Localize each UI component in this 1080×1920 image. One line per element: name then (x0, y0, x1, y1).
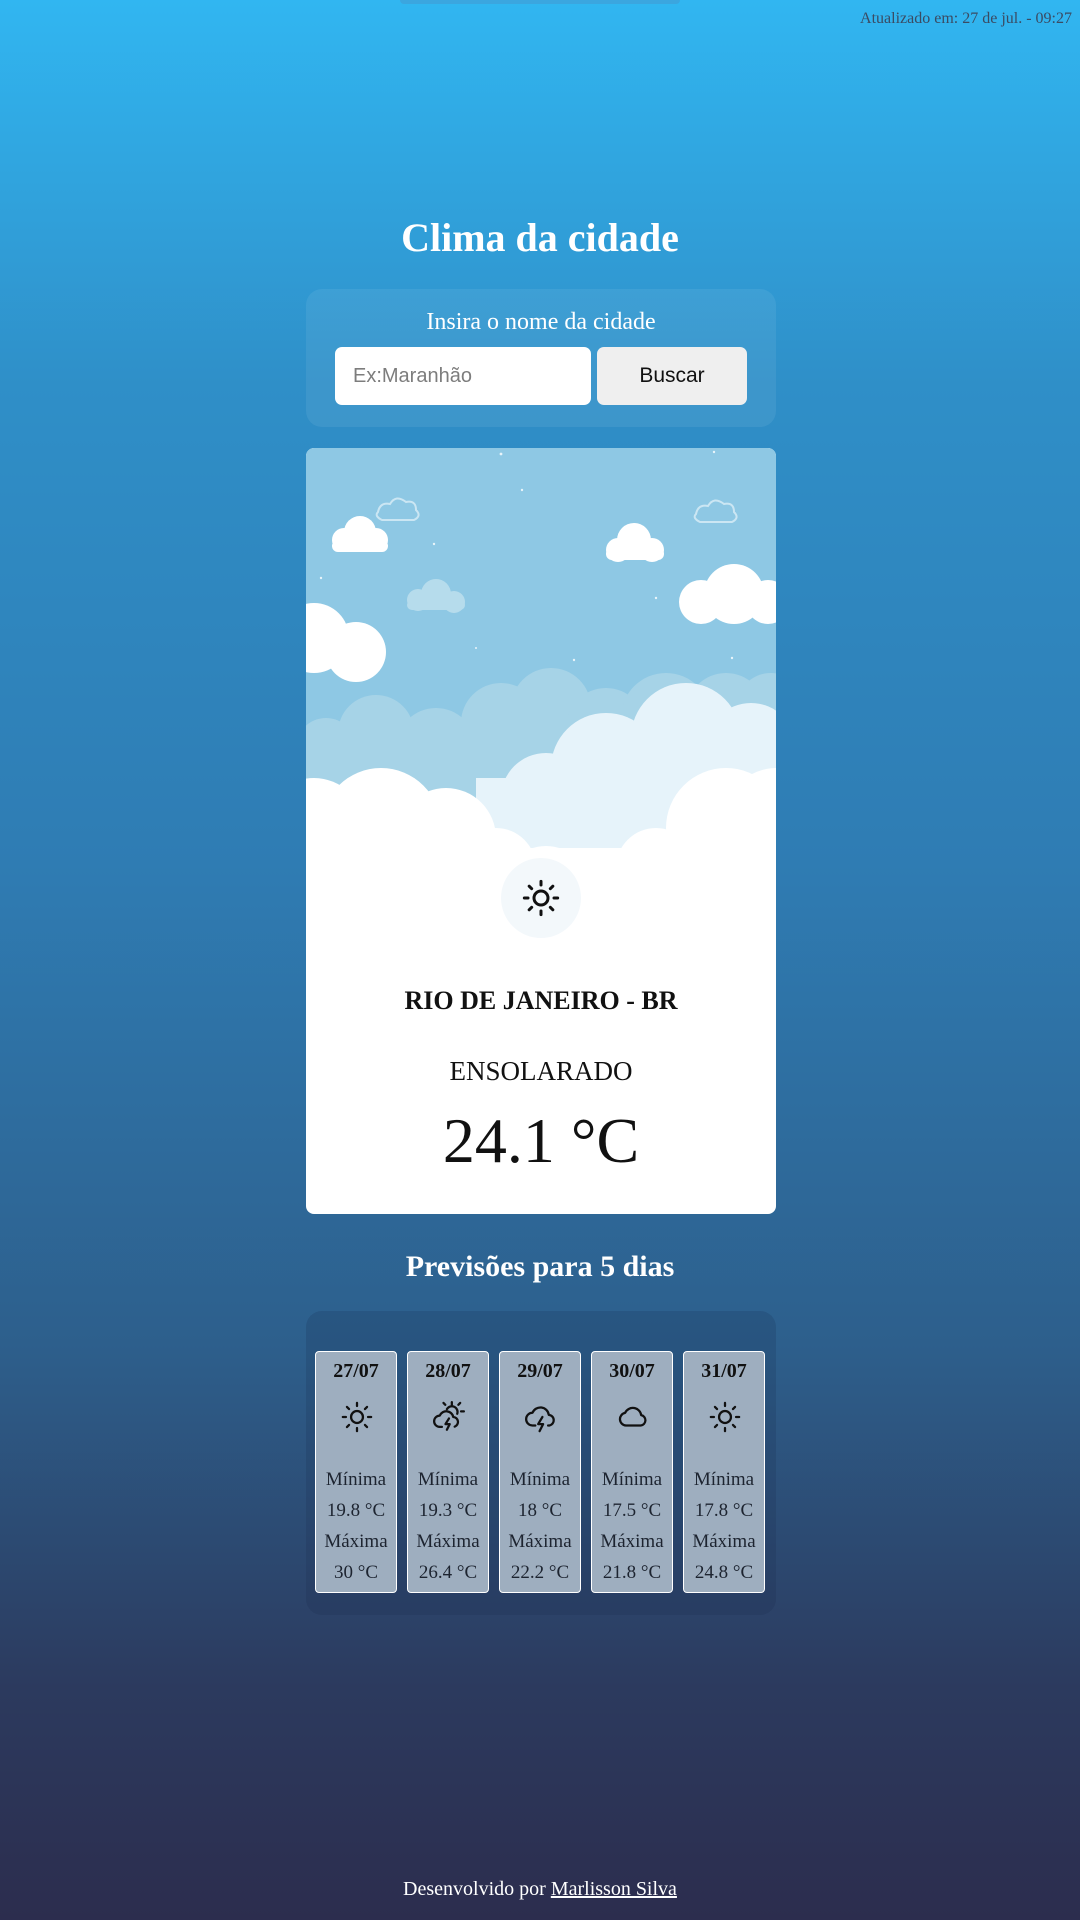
min-label: Mínima (601, 1469, 663, 1490)
forecast-date: 30/07 (609, 1360, 655, 1382)
footer-prefix: Desenvolvido por (403, 1878, 546, 1900)
footer: Desenvolvido por Marlisson Silva (0, 1878, 1080, 1901)
forecast-date: 31/07 (701, 1360, 747, 1382)
min-temp: 17.5 °C (602, 1500, 662, 1521)
updated-timestamp: Atualizado em: 27 de jul. - 09:27 (860, 10, 1072, 27)
min-temp: 19.3 °C (418, 1500, 478, 1521)
forecast-day-card: 27/07 Mínima 19.8 °C Máxima 30 °C (315, 1351, 397, 1593)
max-temp: 21.8 °C (602, 1562, 662, 1583)
max-label: Máxima (416, 1531, 480, 1552)
sky-clouds-illustration (306, 448, 776, 918)
min-label: Mínima (325, 1469, 387, 1490)
weather-condition: ENSOLARADO (449, 1056, 633, 1086)
search-card: Insira o nome da cidade Buscar (306, 289, 776, 427)
cloud-icon (618, 1406, 647, 1427)
author-link[interactable]: Marlisson Silva (551, 1878, 677, 1900)
min-temp: 18 °C (517, 1500, 563, 1521)
search-button[interactable]: Buscar (597, 347, 747, 405)
max-temp: 26.4 °C (418, 1562, 478, 1583)
max-temp: 22.2 °C (510, 1562, 570, 1583)
city-search-input[interactable] (335, 347, 591, 405)
max-temp: 24.8 °C (694, 1562, 754, 1583)
sun-storm-icon (433, 1400, 466, 1431)
min-label: Mínima (417, 1469, 479, 1490)
min-label: Mínima (509, 1469, 571, 1490)
max-label: Máxima (508, 1531, 572, 1552)
sun-icon (709, 1401, 741, 1433)
forecast-date: 28/07 (425, 1360, 471, 1382)
min-temp: 17.8 °C (694, 1500, 754, 1521)
top-tab (400, 0, 680, 4)
max-label: Máxima (692, 1531, 756, 1552)
city-name: RIO DE JANEIRO - BR (404, 986, 678, 1015)
current-weather-card: RIO DE JANEIRO - BR ENSOLARADO 24.1 °C (306, 448, 776, 1214)
forecast-title: Previsões para 5 dias (405, 1250, 675, 1283)
max-temp: 30 °C (333, 1562, 379, 1583)
current-weather-icon (501, 858, 581, 938)
sun-icon (341, 1401, 373, 1433)
forecast-date: 29/07 (517, 1360, 563, 1382)
min-temp: 19.8 °C (326, 1500, 386, 1521)
forecast-date: 27/07 (333, 1360, 379, 1382)
forecast-day-card: 29/07 Mínima 18 °C Máxima 22.2 °C (499, 1351, 581, 1593)
forecast-day-card: 28/07 Mínima 19.3 °C Máxima 26.4 °C (407, 1351, 489, 1593)
sun-icon (522, 879, 560, 917)
page-title: Clima da cidade (401, 215, 679, 260)
forecast-day-card: 30/07 Mínima 17.5 °C Máxima 21.8 °C (591, 1351, 673, 1593)
storm-cloud-icon (525, 1406, 555, 1433)
search-label: Insira o nome da cidade (426, 309, 656, 335)
current-temperature: 24.1 °C (442, 1105, 640, 1176)
max-label: Máxima (324, 1531, 388, 1552)
max-label: Máxima (600, 1531, 664, 1552)
forecast-panel: 27/07 Mínima 19.8 °C Máxima 30 °C 28/07 … (306, 1311, 776, 1615)
forecast-day-card: 31/07 Mínima 17.8 °C Máxima 24.8 °C (683, 1351, 765, 1593)
min-label: Mínima (693, 1469, 755, 1490)
